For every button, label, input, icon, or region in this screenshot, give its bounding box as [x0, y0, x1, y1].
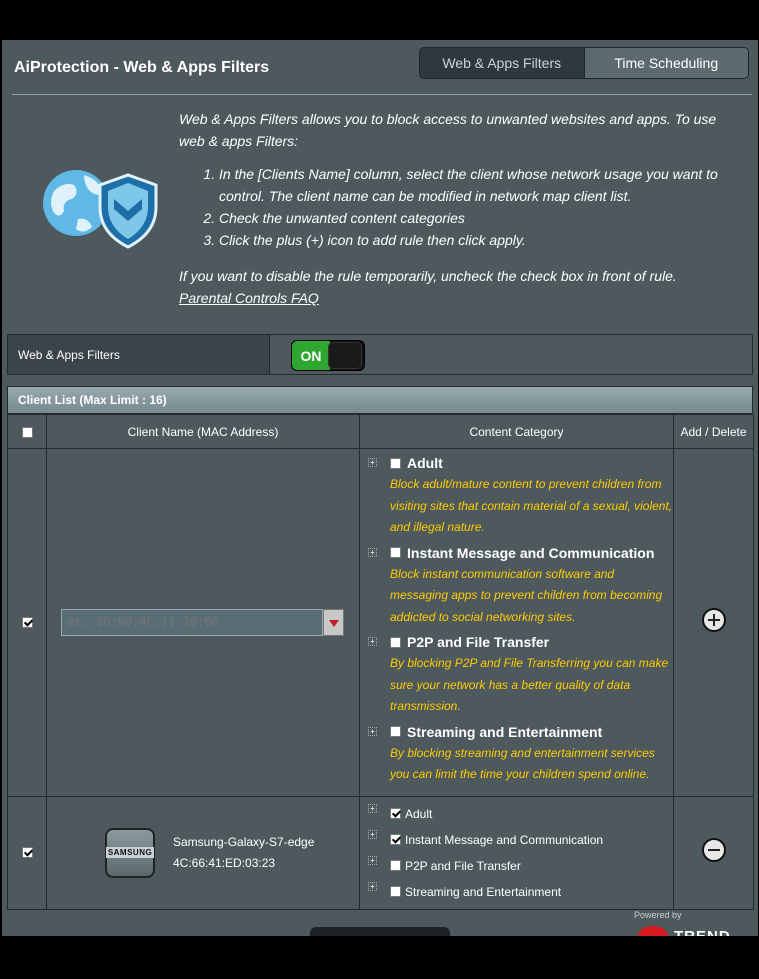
expand-icon[interactable]: +	[368, 637, 377, 646]
tab-web-apps-filters[interactable]: Web & Apps Filters	[420, 48, 584, 78]
table-row: SAMSUNG Samsung-Galaxy-S7-edge 4C:66:41:…	[7, 795, 754, 910]
mac-address-input[interactable]	[61, 608, 323, 636]
column-header-client: Client Name (MAC Address)	[46, 414, 360, 449]
category-item-streaming: + Streaming and Entertainment By blockin…	[368, 724, 673, 786]
tab-bar: Web & Apps Filters Time Scheduling	[419, 47, 749, 79]
switch-state: ON	[292, 341, 330, 370]
parental-controls-faq-link[interactable]: Parental Controls FAQ	[179, 290, 319, 306]
category-checkbox-streaming[interactable]	[390, 726, 401, 737]
rule-category-name: Adult	[405, 806, 433, 821]
rule-category-cell: + Adult + Instant Message and Communicat…	[359, 795, 674, 910]
toggle-label: Web & Apps Filters	[8, 335, 270, 374]
device-brand-logo: SAMSUNG	[105, 847, 155, 858]
rule-category-streaming: + Streaming and Entertainment	[368, 879, 673, 905]
rule-category-checkbox[interactable]	[390, 834, 401, 845]
new-rule-row: + Adult Block adult/mature content to pr…	[7, 448, 754, 797]
new-rule-category-cell: + Adult Block adult/mature content to pr…	[359, 448, 674, 797]
select-all-cell	[7, 414, 47, 449]
category-checkbox-adult[interactable]	[390, 457, 401, 469]
page-title: AiProtection - Web & Apps Filters	[14, 59, 270, 76]
category-description: By blocking streaming and entertainment …	[390, 745, 655, 782]
client-list-title: Client List (Max Limit : 16)	[7, 386, 753, 414]
rule-category-name: P2P and File Transfer	[405, 858, 521, 873]
rule-check-cell	[7, 795, 47, 910]
rule-category-checkbox[interactable]	[390, 886, 401, 897]
expand-icon[interactable]: +	[368, 829, 377, 839]
expand-icon[interactable]: +	[368, 803, 377, 813]
trend-logo-text: TREND	[674, 927, 731, 937]
category-list: + Adult Block adult/mature content to pr…	[360, 449, 673, 796]
intro-step: Check the unwanted content categories	[219, 207, 739, 229]
category-name: Streaming and Entertainment	[407, 723, 603, 740]
expand-icon[interactable]: +	[368, 458, 377, 467]
client-device-avatar: SAMSUNG	[105, 827, 155, 878]
web-apps-filters-switch[interactable]: ON	[291, 340, 365, 371]
delete-cell	[673, 795, 754, 910]
main-panel: AiProtection - Web & Apps Filters Web & …	[2, 40, 758, 936]
client-list-table: Client Name (MAC Address) Content Catego…	[7, 414, 754, 910]
expand-icon[interactable]: +	[368, 547, 377, 557]
category-item-adult: + Adult Block adult/mature content to pr…	[368, 455, 673, 539]
category-item-p2p: + P2P and File Transfer By blocking P2P …	[368, 634, 673, 718]
expand-icon[interactable]: +	[368, 855, 377, 865]
new-rule-check-cell	[7, 448, 47, 797]
apply-button[interactable]	[310, 927, 450, 936]
rule-category-name: Streaming and Entertainment	[405, 884, 562, 899]
category-name: P2P and File Transfer	[407, 634, 550, 650]
category-description: Block instant communication software and…	[390, 566, 663, 624]
web-apps-filters-toggle-row: Web & Apps Filters ON	[7, 334, 753, 375]
mac-address-combo	[61, 608, 345, 636]
category-name: Adult	[407, 455, 443, 471]
header-divider	[12, 94, 752, 95]
expand-icon[interactable]: +	[368, 726, 377, 736]
trend-micro-logo: TREND	[638, 926, 731, 936]
new-rule-checkbox[interactable]	[21, 616, 33, 628]
intro-text: Web & Apps Filters allows you to block a…	[179, 108, 739, 309]
rule-category-p2p: + P2P and File Transfer	[368, 853, 673, 879]
client-dropdown-arrow[interactable]	[323, 608, 344, 636]
intro-steps: In the [Clients Name] column, select the…	[179, 163, 739, 251]
select-all-checkbox[interactable]	[21, 426, 33, 438]
category-checkbox-instant-message[interactable]	[390, 547, 401, 558]
expand-icon[interactable]: +	[368, 881, 377, 891]
add-cell	[673, 448, 754, 797]
column-header-add-delete: Add / Delete	[673, 414, 754, 449]
category-item-instant-message: + Instant Message and Communication Bloc…	[368, 545, 673, 629]
add-rule-plus-icon[interactable]	[701, 607, 726, 632]
intro-note: If you want to disable the rule temporar…	[179, 268, 677, 284]
rule-category-list: + Adult + Instant Message and Communicat…	[360, 797, 673, 909]
intro-step: Click the plus (+) icon to add rule then…	[219, 229, 739, 251]
category-name: Instant Message and Communication	[407, 544, 655, 561]
column-header-category: Content Category	[359, 414, 674, 449]
category-description: Block adult/mature content to prevent ch…	[390, 477, 673, 534]
category-checkbox-p2p[interactable]	[390, 636, 401, 648]
table-header-row: Client Name (MAC Address) Content Catego…	[7, 414, 754, 449]
tab-time-scheduling[interactable]: Time Scheduling	[583, 48, 748, 78]
trend-logo-icon	[638, 926, 668, 936]
client-name: Samsung-Galaxy-S7-edge	[173, 834, 315, 849]
rule-category-name: Instant Message and Communication	[405, 832, 604, 847]
switch-knob	[328, 342, 362, 369]
rule-category-instant-message: + Instant Message and Communication	[368, 827, 673, 853]
powered-by-label: Powered by	[634, 910, 682, 920]
category-description: By blocking P2P and File Transferring yo…	[390, 656, 669, 713]
rule-category-checkbox[interactable]	[390, 808, 401, 819]
aiprotection-globe-shield-icon	[43, 170, 158, 249]
rule-client-cell: SAMSUNG Samsung-Galaxy-S7-edge 4C:66:41:…	[46, 795, 360, 910]
rule-category-adult: + Adult	[368, 801, 673, 827]
new-rule-client-cell	[46, 448, 360, 797]
intro-step: In the [Clients Name] column, select the…	[219, 163, 739, 207]
delete-rule-minus-icon[interactable]	[701, 838, 726, 862]
rule-enable-checkbox[interactable]	[21, 846, 33, 858]
intro-lead: Web & Apps Filters allows you to block a…	[179, 111, 717, 149]
rule-category-checkbox[interactable]	[390, 860, 401, 871]
client-mac: 4C:66:41:ED:03:23	[173, 855, 276, 870]
